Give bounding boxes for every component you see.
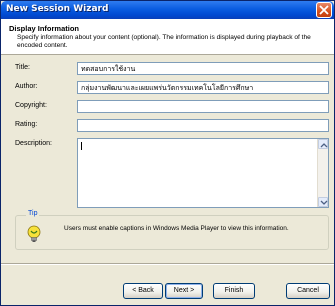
copyright-field[interactable] [77,100,329,113]
description-scrollbar[interactable] [317,139,328,207]
description-field[interactable] [77,138,329,208]
scroll-up-button[interactable] [318,139,328,149]
tip-text: Users must enable captions in Windows Me… [64,225,289,232]
close-button[interactable] [316,2,332,18]
chevron-down-icon [320,200,328,205]
lightbulb-icon [27,225,41,242]
description-label: Description: [15,140,52,147]
window-title: New Session Wizard [6,4,109,14]
chevron-up-icon [320,143,328,148]
next-button[interactable]: Next > [165,283,203,299]
author-label: Author: [15,83,38,90]
author-field[interactable]: กลุ่มงานพัฒนาและเผยแพร่นวัตกรรมเทคโนโลยี… [77,81,329,94]
title-bar[interactable]: New Session Wizard [1,1,334,19]
title-field[interactable]: ทดสอบการใช้งาน [77,62,329,75]
finish-button[interactable]: Finish [213,283,255,299]
cancel-button[interactable]: Cancel [286,283,330,299]
button-separator [1,263,334,265]
scroll-down-button[interactable] [318,197,328,207]
copyright-label: Copyright: [15,102,47,109]
title-label: Title: [15,64,30,71]
header-description: Specify information about your content (… [17,34,311,49]
wizard-header: Display Information Specify information … [1,19,334,55]
back-button[interactable]: < Back [123,283,163,299]
rating-label: Rating: [15,121,38,128]
header-title: Display Information [9,24,80,33]
wizard-window: New Session Wizard Display Information S… [0,0,335,306]
tip-group: Tip Users must enable captions in Window… [15,210,329,250]
close-icon [319,5,329,15]
text-caret [81,142,82,150]
tip-legend: Tip [26,210,40,217]
rating-field[interactable] [77,119,329,132]
